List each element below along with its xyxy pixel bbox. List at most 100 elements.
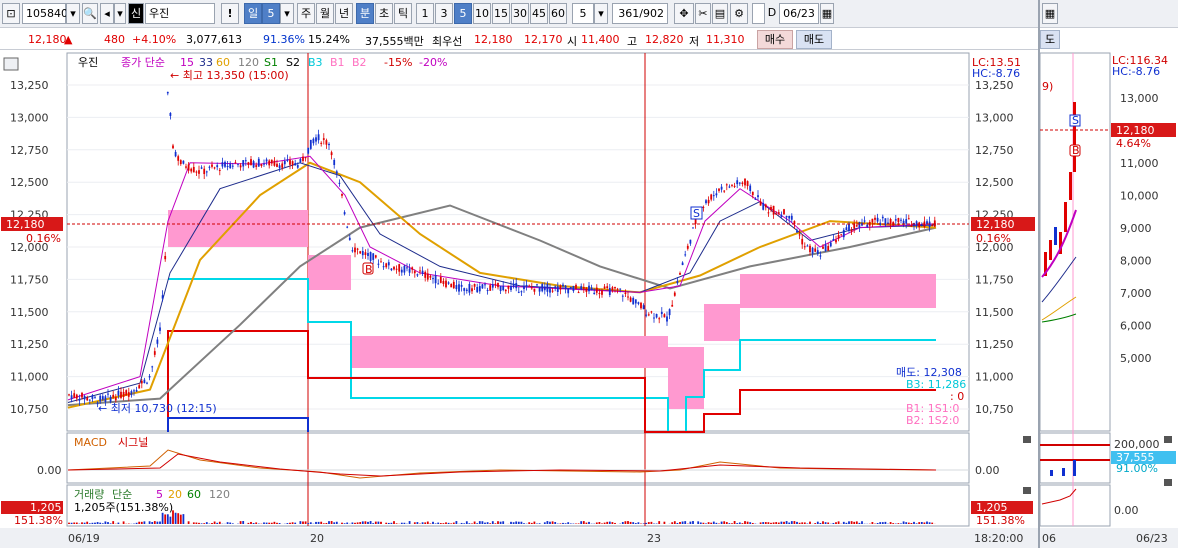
side-sell-tab[interactable]: 도 — [1040, 30, 1060, 49]
best-ask: 12,180 — [474, 33, 513, 46]
stock-name-field[interactable]: 우진 — [145, 3, 215, 24]
volume-bar — [684, 521, 687, 524]
volume-bar — [138, 521, 141, 524]
macd-signal-title: 시그널 — [118, 436, 148, 449]
interval-10-button[interactable]: 10 — [473, 3, 491, 24]
candle-body — [304, 157, 307, 159]
candle-body — [718, 188, 720, 191]
code-dropdown-icon[interactable]: ▾ — [66, 3, 80, 24]
calendar-icon[interactable]: ▦ — [820, 3, 834, 24]
chart-type-icon[interactable]: ▤ — [712, 3, 728, 24]
candle-body — [629, 297, 632, 302]
volume-bar — [172, 510, 174, 524]
period-day-button[interactable]: 일 — [244, 3, 262, 24]
volume-bar — [432, 521, 434, 524]
candle-body — [530, 287, 533, 289]
candle-body — [138, 385, 141, 389]
period-day-count[interactable]: 5 — [262, 3, 280, 24]
speaker-icon[interactable]: ◂ — [100, 3, 114, 24]
candle-body — [811, 247, 814, 254]
quote-price: 12,180 — [28, 33, 67, 46]
buy-signal-marker: B — [362, 262, 374, 276]
interval-3-button[interactable]: 3 — [435, 3, 453, 24]
interval-1-button[interactable]: 1 — [416, 3, 434, 24]
stock-code-input[interactable]: 105840 — [22, 3, 68, 24]
volume-bar — [728, 523, 731, 524]
period-tick-button[interactable]: 틱 — [394, 3, 412, 24]
tool-icon[interactable]: ✂ — [695, 3, 711, 24]
candle-body — [255, 165, 258, 167]
candle-body — [148, 376, 151, 378]
period-week-button[interactable]: 주 — [297, 3, 315, 24]
candle-body — [359, 251, 362, 254]
candle-body — [109, 396, 112, 402]
count-input[interactable]: 5 — [572, 3, 594, 24]
best-bid: 12,170 — [524, 33, 563, 46]
volume-bar — [489, 523, 492, 524]
volume-bar — [478, 521, 481, 524]
volume-close-icon[interactable] — [1023, 487, 1031, 494]
candle-body — [536, 284, 538, 286]
buy-button[interactable]: 매수 — [757, 30, 793, 49]
macd-close-icon[interactable] — [1023, 436, 1031, 443]
candle-body — [489, 285, 492, 291]
side-close-icon[interactable] — [1164, 436, 1172, 443]
search-icon[interactable]: 🔍 — [82, 3, 98, 24]
candle-body — [283, 160, 286, 165]
volume-bar — [577, 523, 580, 524]
candle-body — [931, 225, 934, 227]
count-dropdown-icon[interactable]: ▾ — [594, 3, 608, 24]
interval-5-button[interactable]: 5 — [454, 3, 472, 24]
interval-15-button[interactable]: 15 — [492, 3, 510, 24]
volume-bar — [897, 523, 900, 524]
period-second-button[interactable]: 초 — [375, 3, 393, 24]
move-icon[interactable]: ✥ — [674, 3, 694, 24]
window-icon[interactable]: ⊡ — [2, 3, 20, 24]
volume-bar — [624, 521, 627, 524]
candle-body — [881, 216, 884, 219]
interval-45-button[interactable]: 45 — [530, 3, 548, 24]
side-chart[interactable]: S B 9) LC:116.34 HC:-8.76 13,00012,00011… — [1040, 52, 1178, 548]
period-minute-button[interactable]: 분 — [356, 3, 374, 24]
side-chart-window[interactable]: ▦ 도 S B 9) LC:116.34 HC:-8.76 13,000 11,… — [1038, 0, 1178, 548]
price-chart[interactable]: B S 우진 종가 단순 15 33 60 120 S1 S2 B3 B1 B2… — [0, 52, 1038, 548]
speaker-dropdown-icon[interactable]: ▾ — [114, 3, 126, 24]
volume-bar — [905, 522, 908, 524]
side-calendar-icon[interactable]: ▦ — [1042, 3, 1058, 24]
candle-body — [710, 194, 713, 200]
date-field[interactable]: 06/23 — [779, 3, 819, 24]
volume-bar — [450, 523, 453, 524]
interval-60-button[interactable]: 60 — [549, 3, 567, 24]
main-chart-area[interactable]: B S 우진 종가 단순 15 33 60 120 S1 S2 B3 B1 B2… — [0, 52, 1038, 548]
volume-bar — [723, 521, 726, 524]
period-dropdown-icon[interactable]: ▾ — [280, 3, 294, 24]
volume-bar — [637, 522, 640, 524]
candle-body — [231, 165, 234, 167]
candle-body — [156, 339, 159, 344]
volume-bar — [481, 521, 484, 524]
volume-bar — [585, 522, 588, 524]
gear-icon[interactable]: ⚙ — [730, 3, 748, 24]
volume-bar — [510, 521, 512, 524]
period-year-button[interactable]: 년 — [335, 3, 353, 24]
alert-button[interactable]: ! — [221, 3, 239, 24]
candle-body — [239, 165, 242, 168]
interval-30-button[interactable]: 30 — [511, 3, 529, 24]
sell-button[interactable]: 매도 — [796, 30, 832, 49]
resistance-band — [352, 336, 668, 368]
volume-bar — [101, 523, 104, 524]
price-tick-label: 11,250 — [10, 338, 49, 351]
chart-menu-icon[interactable] — [3, 57, 19, 71]
volume-bar — [179, 514, 182, 524]
candle-body — [263, 163, 265, 165]
period-month-button[interactable]: 월 — [316, 3, 334, 24]
candle-body — [281, 163, 284, 168]
side-price-tick-label: 10,000 — [1120, 190, 1159, 203]
candle-body — [408, 268, 411, 273]
legend-s2: S2 — [286, 56, 300, 69]
volume-bar — [746, 521, 749, 524]
candle-body — [598, 293, 601, 295]
date-checkbox[interactable] — [752, 3, 765, 24]
side-close-icon[interactable] — [1164, 479, 1172, 486]
volume-bar — [471, 523, 473, 524]
